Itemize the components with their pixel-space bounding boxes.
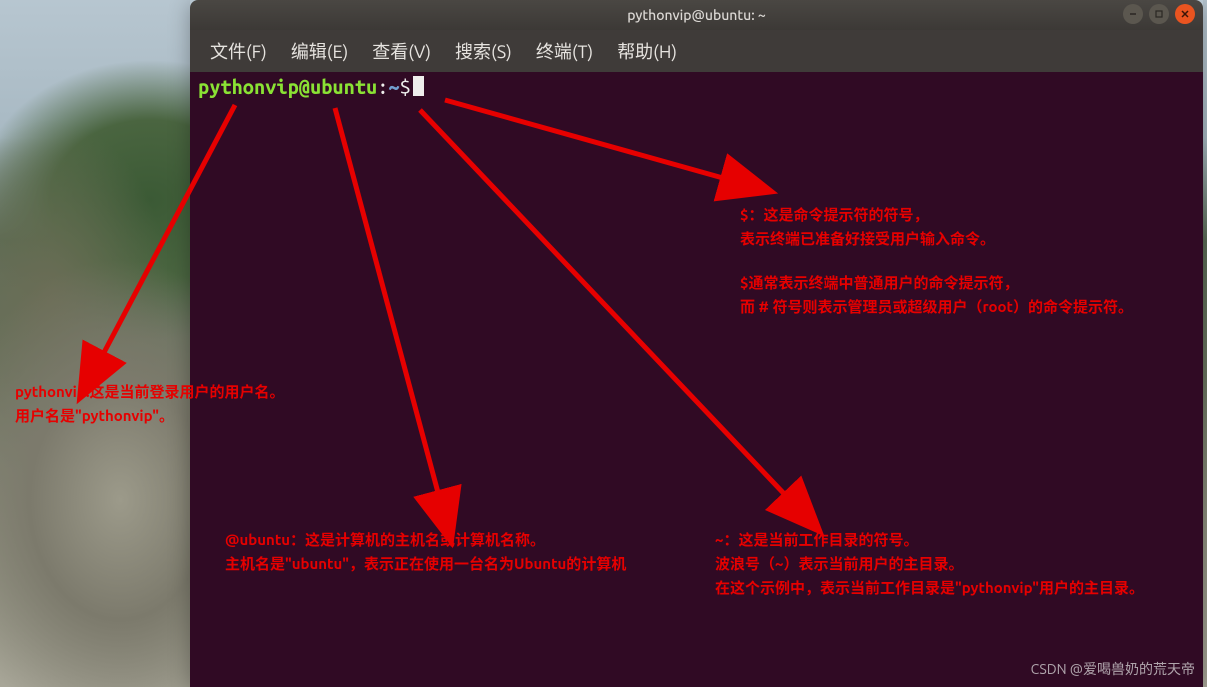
annotation-tilde-l1: ~：这是当前工作目录的符号。	[715, 528, 1144, 552]
prompt-colon: :	[377, 75, 388, 98]
watermark: CSDN @爱喝兽奶的荒天帝	[1031, 659, 1195, 679]
menu-search[interactable]: 搜索(S)	[445, 34, 522, 68]
prompt-line: pythonvip@ubuntu : ~ $	[198, 74, 1195, 98]
annotation-hostname-l2: 主机名是"ubuntu"，表示正在使用一台名为Ubuntu的计算机	[225, 552, 626, 576]
close-icon	[1180, 9, 1190, 19]
annotation-dollar-l2: 表示终端已准备好接受用户输入命令。	[740, 227, 1133, 251]
close-button[interactable]	[1175, 4, 1195, 24]
menu-view[interactable]: 查看(V)	[362, 34, 441, 68]
prompt-user-host: pythonvip@ubuntu	[198, 75, 377, 98]
annotation-username-l2: 用户名是"pythonvip"。	[15, 404, 285, 428]
annotation-dollar-l3: $通常表示终端中普通用户的命令提示符，	[740, 271, 1133, 295]
maximize-button[interactable]	[1149, 4, 1169, 24]
prompt-dollar: $	[400, 75, 411, 98]
menu-file[interactable]: 文件(F)	[200, 34, 277, 68]
annotation-tilde: ~：这是当前工作目录的符号。 波浪号（~）表示当前用户的主目录。 在这个示例中，…	[715, 528, 1144, 600]
annotation-tilde-l2: 波浪号（~）表示当前用户的主目录。	[715, 552, 1144, 576]
maximize-icon	[1154, 9, 1164, 19]
prompt-path: ~	[388, 75, 399, 98]
minimize-icon	[1128, 9, 1138, 19]
window-controls	[1123, 4, 1195, 24]
annotation-tilde-l3: 在这个示例中，表示当前工作目录是"pythonvip"用户的主目录。	[715, 576, 1144, 600]
annotation-dollar-l1: $：这是命令提示符的符号，	[740, 203, 1133, 227]
window-title: pythonvip@ubuntu: ~	[627, 7, 766, 23]
menu-help[interactable]: 帮助(H)	[607, 34, 687, 68]
titlebar[interactable]: pythonvip@ubuntu: ~	[190, 0, 1203, 30]
cursor	[413, 76, 424, 96]
annotation-dollar: $：这是命令提示符的符号， 表示终端已准备好接受用户输入命令。 $通常表示终端中…	[740, 203, 1133, 319]
annotation-username: pythonvip:这是当前登录用户的用户名。 用户名是"pythonvip"。	[15, 380, 285, 428]
menu-edit[interactable]: 编辑(E)	[281, 34, 358, 68]
menu-terminal[interactable]: 终端(T)	[526, 34, 603, 68]
annotation-dollar-l4: 而 # 符号则表示管理员或超级用户（root）的命令提示符。	[740, 295, 1133, 319]
annotation-username-l1: pythonvip:这是当前登录用户的用户名。	[15, 380, 285, 404]
annotation-hostname: @ubuntu：这是计算机的主机名或计算机名称。 主机名是"ubuntu"，表示…	[225, 528, 626, 576]
minimize-button[interactable]	[1123, 4, 1143, 24]
annotation-hostname-l1: @ubuntu：这是计算机的主机名或计算机名称。	[225, 528, 626, 552]
menubar: 文件(F) 编辑(E) 查看(V) 搜索(S) 终端(T) 帮助(H)	[190, 30, 1203, 72]
